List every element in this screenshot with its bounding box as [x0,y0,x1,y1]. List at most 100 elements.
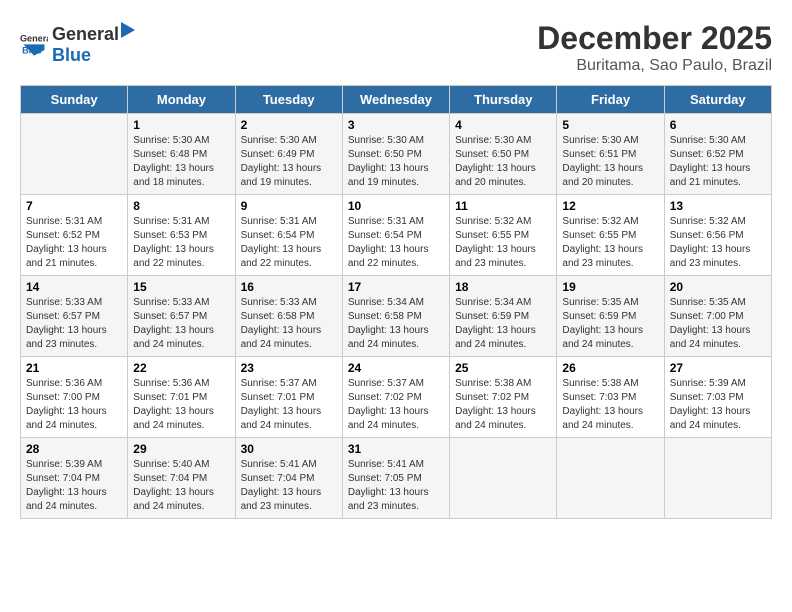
day-number: 20 [670,280,766,294]
logo-general-text: General [52,24,119,45]
calendar-week-row: 7 Sunrise: 5:31 AM Sunset: 6:52 PM Daylig… [21,195,772,276]
calendar-week-row: 28 Sunrise: 5:39 AM Sunset: 7:04 PM Dayli… [21,438,772,519]
calendar-cell: 23 Sunrise: 5:37 AM Sunset: 7:01 PM Dayli… [235,357,342,438]
day-info: Sunrise: 5:39 AM Sunset: 7:04 PM Dayligh… [26,458,122,514]
calendar-cell: 8Sunrise: 5:31 AM Sunset: 6:53 PM Daylig… [128,195,235,276]
calendar-cell: 20Sunrise: 5:35 AM Sunset: 7:00 PM Dayli… [664,276,771,357]
calendar-cell: 1Sunrise: 5:30 AM Sunset: 6:48 PM Daylig… [128,114,235,195]
calendar-cell: 31Sunrise: 5:41 AM Sunset: 7:05 PM Dayli… [342,438,449,519]
page-subtitle: Buritama, Sao Paulo, Brazil [537,57,772,75]
day-info: Sunrise: 5:31 AM Sunset: 6:53 PM Dayligh… [133,215,229,271]
calendar-cell: 25Sunrise: 5:38 AM Sunset: 7:02 PM Dayli… [450,357,557,438]
day-info: Sunrise: 5:38 AM Sunset: 7:03 PM Dayligh… [562,377,658,433]
calendar-cell: 11 Sunrise: 5:32 AM Sunset: 6:55 PM Dayli… [450,195,557,276]
day-info: Sunrise: 5:32 AM Sunset: 6:56 PM Dayligh… [670,215,766,271]
weekday-header: Sunday [21,86,128,114]
logo: General Blue General Blue [20,20,139,66]
day-info: Sunrise: 5:33 AM Sunset: 6:57 PM Dayligh… [133,296,229,352]
calendar-cell: 9 Sunrise: 5:31 AM Sunset: 6:54 PM Daylig… [235,195,342,276]
day-info: Sunrise: 5:32 AM Sunset: 6:55 PM Dayligh… [562,215,658,271]
day-number: 24 [348,361,444,375]
day-info: Sunrise: 5:32 AM Sunset: 6:55 PM Dayligh… [455,215,551,271]
day-number: 23 [241,361,337,375]
calendar-cell: 28 Sunrise: 5:39 AM Sunset: 7:04 PM Dayli… [21,438,128,519]
calendar-table: SundayMondayTuesdayWednesdayThursdayFrid… [20,85,772,519]
day-info: Sunrise: 5:37 AM Sunset: 7:02 PM Dayligh… [348,377,444,433]
page-title: December 2025 [537,20,772,57]
day-number: 26 [562,361,658,375]
calendar-cell: 14Sunrise: 5:33 AM Sunset: 6:57 PM Dayli… [21,276,128,357]
calendar-cell: 29 Sunrise: 5:40 AM Sunset: 7:04 PM Dayli… [128,438,235,519]
calendar-week-row: 14Sunrise: 5:33 AM Sunset: 6:57 PM Dayli… [21,276,772,357]
calendar-cell: 3 Sunrise: 5:30 AM Sunset: 6:50 PM Daylig… [342,114,449,195]
day-info: Sunrise: 5:38 AM Sunset: 7:02 PM Dayligh… [455,377,551,433]
day-info: Sunrise: 5:36 AM Sunset: 7:01 PM Dayligh… [133,377,229,433]
day-number: 6 [670,118,766,132]
calendar-cell: 24 Sunrise: 5:37 AM Sunset: 7:02 PM Dayli… [342,357,449,438]
day-number: 15 [133,280,229,294]
calendar-cell: 26 Sunrise: 5:38 AM Sunset: 7:03 PM Dayli… [557,357,664,438]
day-info: Sunrise: 5:30 AM Sunset: 6:50 PM Dayligh… [348,134,444,190]
day-number: 16 [241,280,337,294]
day-number: 9 [241,199,337,213]
day-info: Sunrise: 5:41 AM Sunset: 7:04 PM Dayligh… [241,458,337,514]
calendar-cell: 2 Sunrise: 5:30 AM Sunset: 6:49 PM Daylig… [235,114,342,195]
logo-icon: General Blue [20,29,48,57]
svg-text:Blue: Blue [22,46,42,56]
day-number: 3 [348,118,444,132]
logo-blue-text: Blue [52,45,91,65]
calendar-body: 1Sunrise: 5:30 AM Sunset: 6:48 PM Daylig… [21,114,772,519]
day-info: Sunrise: 5:30 AM Sunset: 6:52 PM Dayligh… [670,134,766,190]
day-info: Sunrise: 5:40 AM Sunset: 7:04 PM Dayligh… [133,458,229,514]
day-info: Sunrise: 5:39 AM Sunset: 7:03 PM Dayligh… [670,377,766,433]
day-number: 2 [241,118,337,132]
day-number: 12 [562,199,658,213]
weekday-header: Wednesday [342,86,449,114]
day-info: Sunrise: 5:35 AM Sunset: 6:59 PM Dayligh… [562,296,658,352]
day-info: Sunrise: 5:33 AM Sunset: 6:58 PM Dayligh… [241,296,337,352]
calendar-cell: 10Sunrise: 5:31 AM Sunset: 6:54 PM Dayli… [342,195,449,276]
day-info: Sunrise: 5:30 AM Sunset: 6:51 PM Dayligh… [562,134,658,190]
title-block: December 2025 Buritama, Sao Paulo, Brazi… [537,20,772,75]
calendar-cell: 17Sunrise: 5:34 AM Sunset: 6:58 PM Dayli… [342,276,449,357]
day-number: 27 [670,361,766,375]
calendar-cell: 7 Sunrise: 5:31 AM Sunset: 6:52 PM Daylig… [21,195,128,276]
day-info: Sunrise: 5:34 AM Sunset: 6:58 PM Dayligh… [348,296,444,352]
day-number: 19 [562,280,658,294]
day-number: 11 [455,199,551,213]
day-number: 5 [562,118,658,132]
svg-text:General: General [20,34,48,44]
calendar-cell: 18 Sunrise: 5:34 AM Sunset: 6:59 PM Dayli… [450,276,557,357]
calendar-cell [557,438,664,519]
calendar-cell: 15 Sunrise: 5:33 AM Sunset: 6:57 PM Dayli… [128,276,235,357]
calendar-week-row: 1Sunrise: 5:30 AM Sunset: 6:48 PM Daylig… [21,114,772,195]
day-info: Sunrise: 5:34 AM Sunset: 6:59 PM Dayligh… [455,296,551,352]
day-number: 10 [348,199,444,213]
day-number: 28 [26,442,122,456]
page-header: General Blue General Blue December 2025 … [20,20,772,75]
day-info: Sunrise: 5:30 AM Sunset: 6:48 PM Dayligh… [133,134,229,190]
calendar-cell [21,114,128,195]
day-number: 31 [348,442,444,456]
day-info: Sunrise: 5:31 AM Sunset: 6:54 PM Dayligh… [241,215,337,271]
day-number: 22 [133,361,229,375]
calendar-cell: 22 Sunrise: 5:36 AM Sunset: 7:01 PM Dayli… [128,357,235,438]
day-number: 18 [455,280,551,294]
calendar-cell: 30Sunrise: 5:41 AM Sunset: 7:04 PM Dayli… [235,438,342,519]
day-info: Sunrise: 5:31 AM Sunset: 6:52 PM Dayligh… [26,215,122,271]
day-number: 7 [26,199,122,213]
day-info: Sunrise: 5:30 AM Sunset: 6:50 PM Dayligh… [455,134,551,190]
day-number: 13 [670,199,766,213]
day-number: 29 [133,442,229,456]
calendar-cell: 21 Sunrise: 5:36 AM Sunset: 7:00 PM Dayli… [21,357,128,438]
weekday-header: Monday [128,86,235,114]
calendar-cell: 6 Sunrise: 5:30 AM Sunset: 6:52 PM Daylig… [664,114,771,195]
weekday-header: Tuesday [235,86,342,114]
day-info: Sunrise: 5:37 AM Sunset: 7:01 PM Dayligh… [241,377,337,433]
day-info: Sunrise: 5:36 AM Sunset: 7:00 PM Dayligh… [26,377,122,433]
day-info: Sunrise: 5:30 AM Sunset: 6:49 PM Dayligh… [241,134,337,190]
day-number: 4 [455,118,551,132]
weekday-header: Friday [557,86,664,114]
calendar-cell [450,438,557,519]
day-number: 21 [26,361,122,375]
